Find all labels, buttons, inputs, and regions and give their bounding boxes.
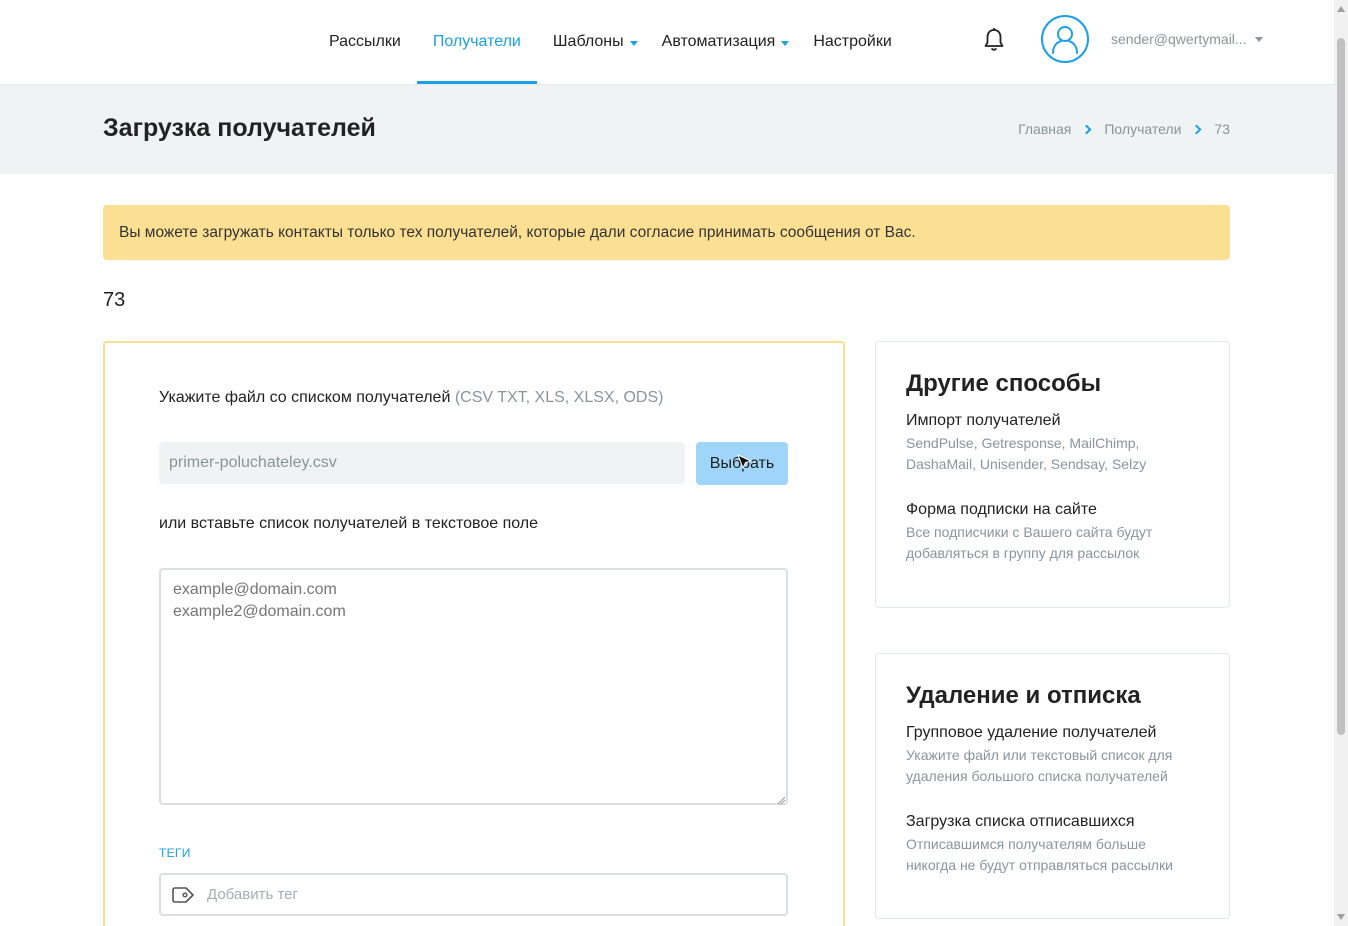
caret-down-icon — [629, 40, 638, 46]
chevron-right-icon — [1191, 124, 1202, 134]
breadcrumb-current: 73 — [1214, 121, 1230, 137]
resize-handle-icon[interactable] — [776, 792, 786, 805]
item-desc: Все подписчики с Вашего сайта будут доба… — [906, 524, 1153, 561]
nav-item-label: Рассылки — [329, 33, 401, 50]
notice-text: Вы можете загружать контакты только тех … — [119, 223, 916, 241]
scroll-down-arrow-icon[interactable] — [1337, 914, 1345, 920]
unsubscribed-upload-link[interactable]: Загрузка списка отписавшихся Отписавшимс… — [906, 813, 1199, 876]
other-methods-card: Другие способы Импорт получателей SendPu… — [875, 341, 1230, 608]
nav-item-label: Получатели — [432, 33, 521, 50]
avatar[interactable] — [1041, 15, 1089, 63]
file-label: Укажите файл со списком получателей (CSV… — [159, 389, 663, 407]
nav-item-automation[interactable]: Автоматизация — [646, 0, 798, 84]
caret-down-icon — [1254, 36, 1263, 42]
tag-input[interactable]: Добавить тег — [159, 873, 788, 916]
item-title: Групповое удаление получателей — [906, 724, 1157, 741]
item-title: Импорт получателей — [906, 412, 1061, 429]
nav-item-label: Автоматизация — [661, 33, 776, 50]
scroll-thumb[interactable] — [1337, 38, 1345, 735]
tags-label: ТЕГИ — [159, 846, 191, 860]
page-scrollbar[interactable] — [1334, 0, 1348, 926]
paste-label: или вставьте список получателей в тексто… — [159, 515, 539, 532]
remove-unsubscribe-card: Удаление и отписка Групповое удаление по… — [875, 653, 1230, 919]
mouse-cursor-icon — [735, 452, 755, 472]
scroll-up-arrow-icon[interactable] — [1337, 6, 1345, 12]
breadcrumb-recipients[interactable]: Получатели — [1104, 121, 1181, 137]
bell-icon[interactable] — [982, 27, 1006, 53]
item-desc: SendPulse, Getresponse, MailChimp, Dasha… — [906, 435, 1147, 472]
top-navbar: Рассылки Получатели Шаблоны Автоматизаци… — [0, 0, 1334, 85]
main-nav: Рассылки Получатели Шаблоны Автоматизаци… — [313, 0, 908, 84]
page-title: Загрузка получателей — [103, 114, 376, 142]
item-desc: Укажите файл или текстовый список для уд… — [906, 747, 1173, 784]
item-title: Форма подписки на сайте — [906, 501, 1097, 518]
file-path-value: primer-poluchateley.csv — [169, 454, 337, 471]
group-number: 73 — [103, 289, 126, 311]
file-path-input[interactable]: primer-poluchateley.csv — [159, 442, 685, 484]
breadcrumb: Главная Получатели 73 — [1018, 121, 1230, 137]
card-title: Удаление и отписка — [906, 682, 1141, 709]
tag-placeholder: Добавить тег — [207, 886, 298, 903]
tag-icon — [172, 886, 194, 903]
nav-item-recipients[interactable]: Получатели — [416, 0, 537, 84]
user-email: sender@qwertymail... — [1111, 31, 1247, 47]
caret-down-icon — [781, 40, 790, 46]
consent-notice: Вы можете загружать контакты только тех … — [103, 205, 1230, 260]
nav-item-templates[interactable]: Шаблоны — [537, 0, 646, 84]
import-recipients-link[interactable]: Импорт получателей SendPulse, Getrespons… — [906, 412, 1199, 475]
subscribe-form-link[interactable]: Форма подписки на сайте Все подписчики с… — [906, 501, 1199, 564]
item-title: Загрузка списка отписавшихся — [906, 813, 1135, 830]
breadcrumb-home[interactable]: Главная — [1018, 121, 1071, 137]
nav-item-label: Настройки — [813, 33, 892, 50]
user-menu[interactable]: sender@qwertymail... — [1111, 31, 1263, 47]
bulk-delete-link[interactable]: Групповое удаление получателей Укажите ф… — [906, 724, 1199, 787]
nav-item-mailings[interactable]: Рассылки — [313, 0, 417, 84]
chevron-right-icon — [1081, 124, 1092, 134]
file-label-text: Укажите файл со списком получателей — [159, 389, 451, 406]
recipients-textarea[interactable] — [159, 568, 788, 805]
nav-item-settings[interactable]: Настройки — [797, 0, 907, 84]
nav-item-label: Шаблоны — [552, 33, 624, 50]
user-icon — [1052, 26, 1078, 54]
item-desc: Отписавшимся получателям больше никогда … — [906, 836, 1173, 873]
file-format-hint: (CSV TXT, XLS, XLSX, ODS) — [454, 389, 664, 406]
card-title: Другие способы — [906, 370, 1102, 397]
